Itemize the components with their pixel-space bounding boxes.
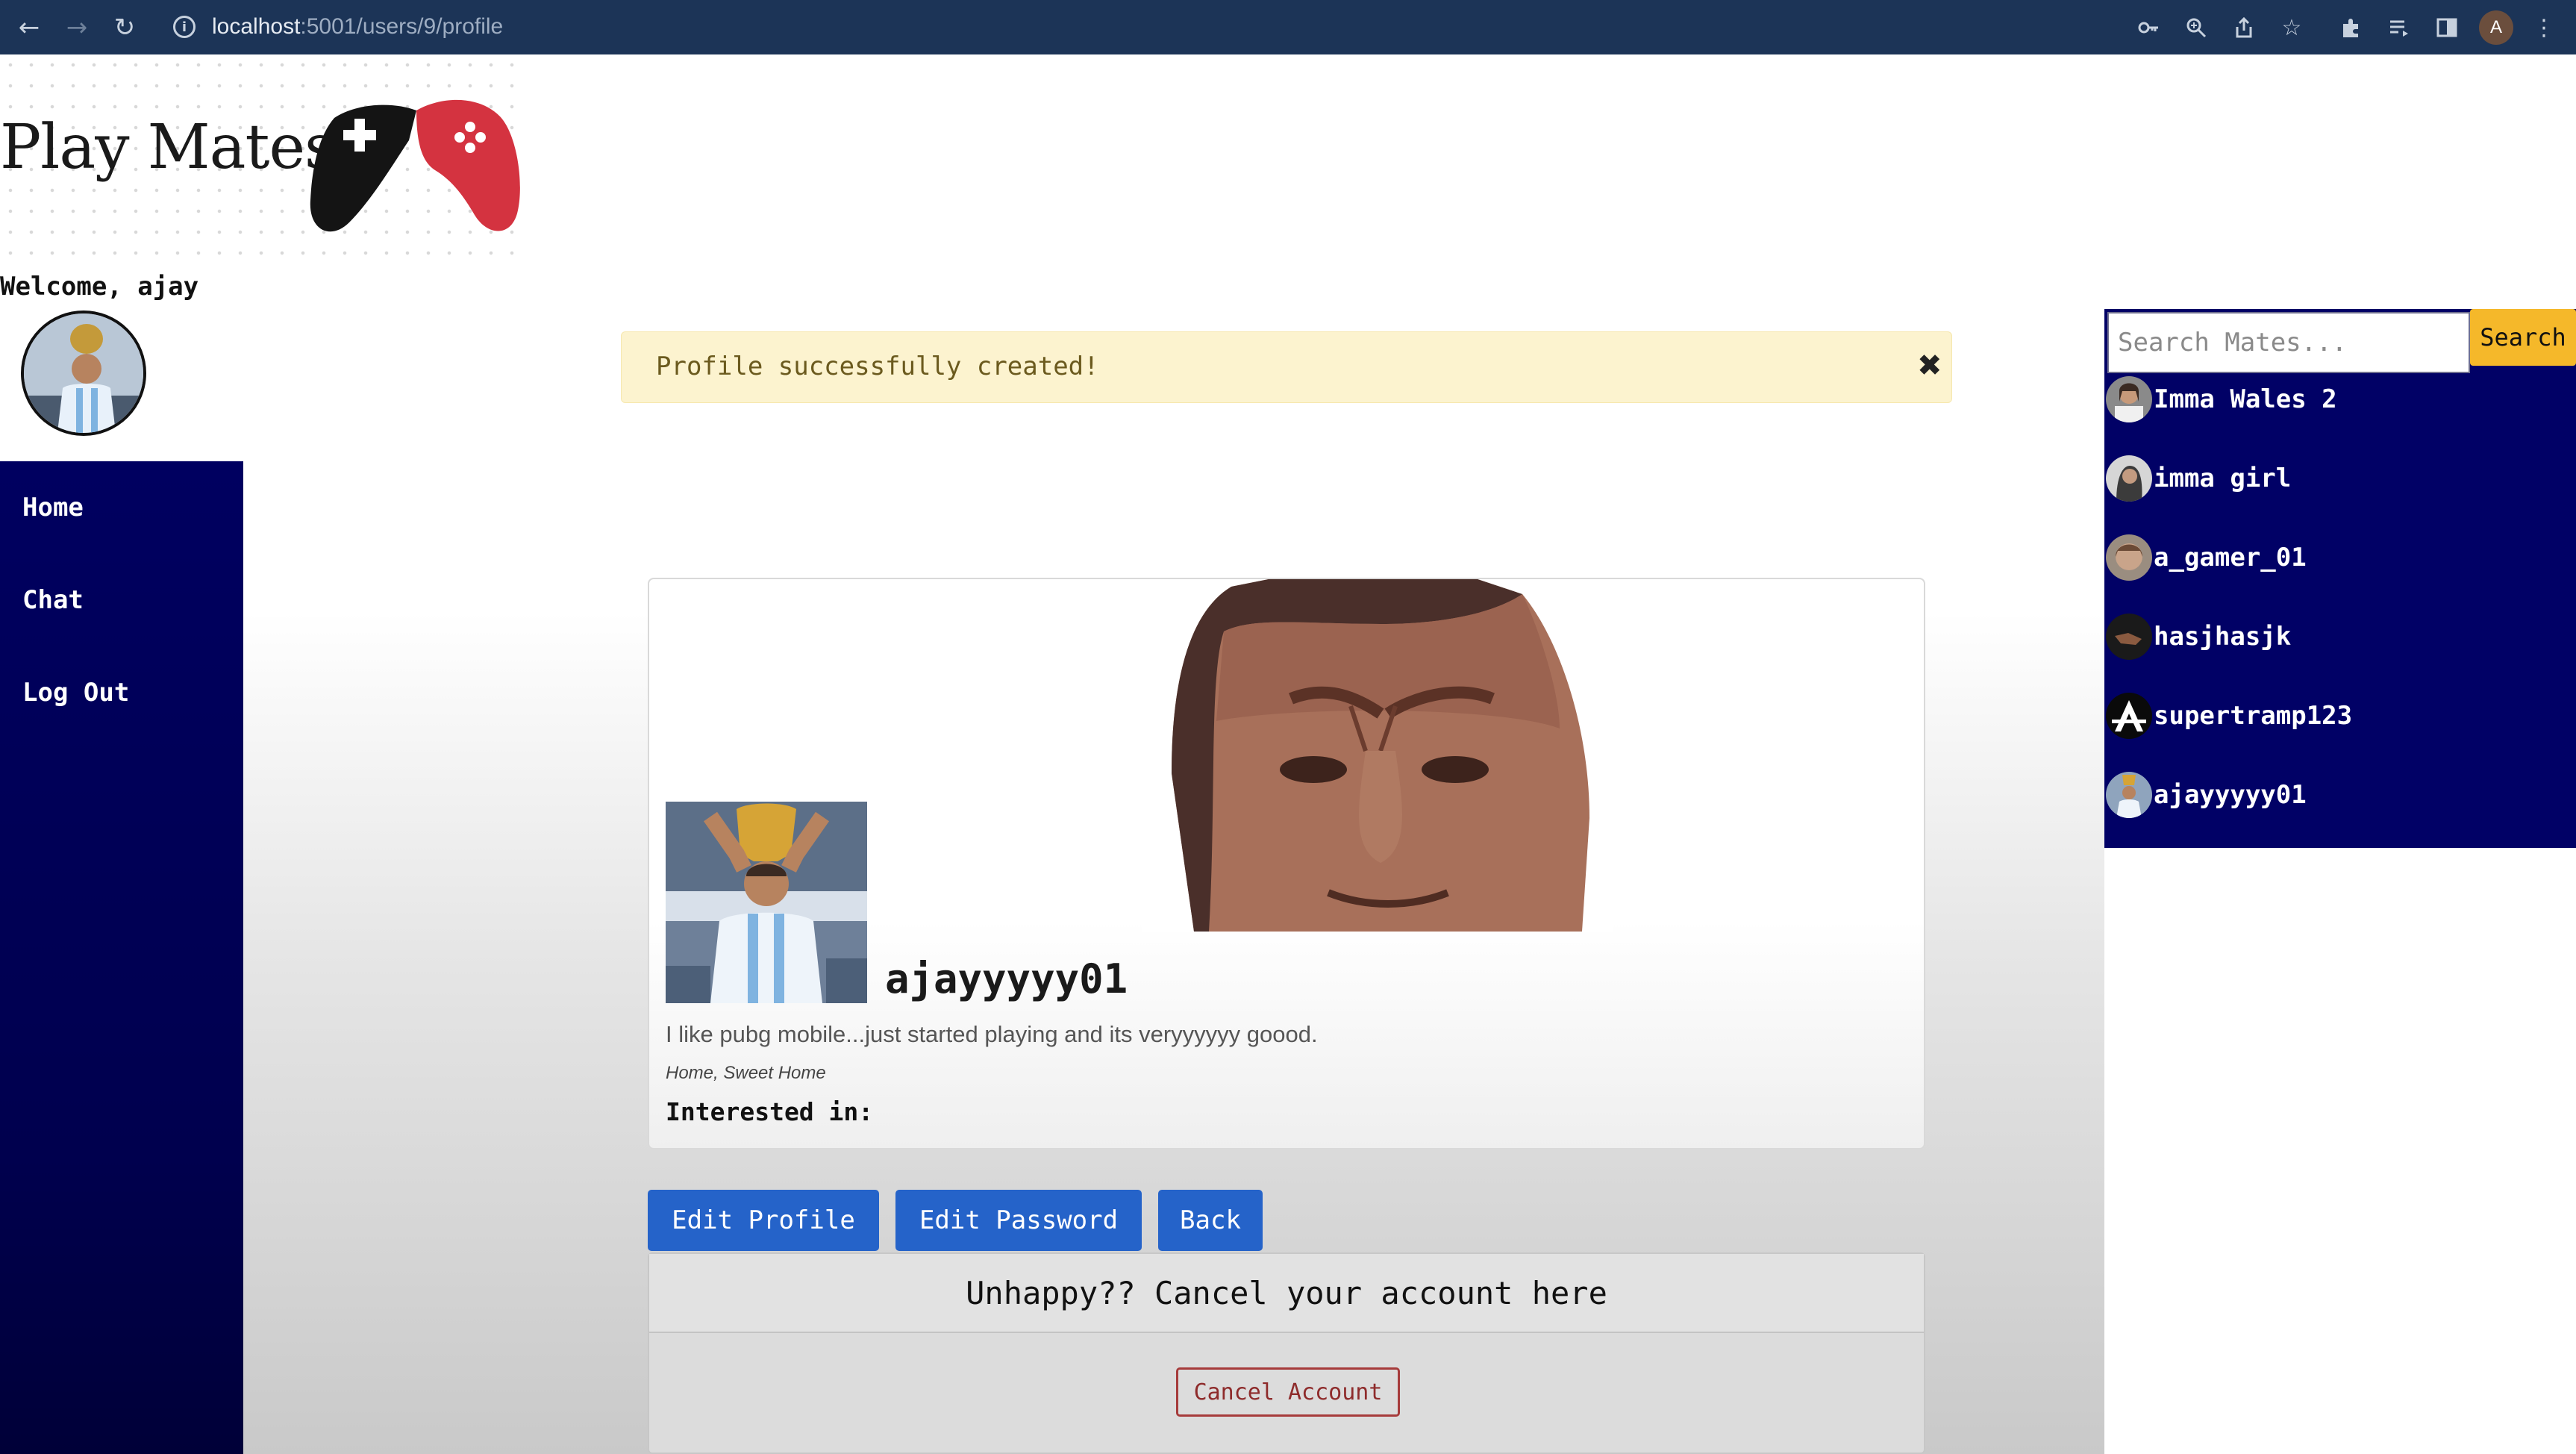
mate-name: supertramp123 bbox=[2154, 701, 2353, 731]
list-item[interactable]: a_gamer_01 bbox=[2106, 531, 2569, 584]
info-icon[interactable]: i bbox=[173, 16, 196, 38]
reading-list-icon[interactable] bbox=[2382, 10, 2416, 45]
list-item[interactable]: imma girl bbox=[2106, 452, 2569, 505]
welcome-message: Welcome, ajay bbox=[0, 272, 199, 302]
edit-password-button[interactable]: Edit Password bbox=[895, 1190, 1142, 1251]
mate-avatar bbox=[2106, 455, 2152, 502]
extensions-puzzle-icon[interactable] bbox=[2334, 10, 2369, 45]
profile-bio: I like pubg mobile...just started playin… bbox=[666, 1021, 1318, 1047]
search-button[interactable]: Search bbox=[2470, 309, 2576, 366]
cancel-account-header: Unhappy?? Cancel your account here bbox=[649, 1254, 1924, 1333]
url-text: localhost:5001/users/9/profile bbox=[212, 14, 504, 39]
interested-in-label: Interested in: bbox=[666, 1097, 874, 1126]
mate-name: ajayyyyy01 bbox=[2154, 780, 2307, 810]
zoom-icon[interactable] bbox=[2179, 10, 2213, 45]
mate-avatar bbox=[2106, 772, 2152, 818]
list-item[interactable]: supertramp123 bbox=[2106, 690, 2569, 742]
mate-name: Imma Wales 2 bbox=[2154, 384, 2337, 414]
more-menu-icon[interactable]: ⋮ bbox=[2527, 10, 2561, 45]
mate-avatar bbox=[2106, 614, 2152, 660]
back-button[interactable]: Back bbox=[1158, 1190, 1263, 1251]
key-icon[interactable] bbox=[2131, 10, 2166, 45]
sidebar-item-logout[interactable]: Log Out bbox=[22, 678, 129, 708]
address-bar[interactable]: i localhost:5001/users/9/profile bbox=[157, 6, 2112, 48]
list-item[interactable]: ajayyyyy01 bbox=[2106, 769, 2569, 821]
profile-photo bbox=[666, 802, 867, 1003]
mate-avatar bbox=[2106, 534, 2152, 581]
share-icon[interactable] bbox=[2227, 10, 2261, 45]
mate-name: a_gamer_01 bbox=[2154, 543, 2307, 572]
list-item[interactable]: Imma Wales 2 bbox=[2106, 373, 2569, 425]
cancel-account-button[interactable]: Cancel Account bbox=[1176, 1367, 1400, 1417]
site-logo-text[interactable]: Play Mates bbox=[0, 112, 336, 183]
success-alert: Profile successfully created! ✖ bbox=[621, 331, 1952, 403]
profile-header-image bbox=[1142, 579, 1613, 932]
sidebar-item-chat[interactable]: Chat bbox=[22, 585, 84, 615]
sidebar-item-home[interactable]: Home bbox=[22, 493, 84, 522]
user-avatar[interactable] bbox=[21, 311, 146, 436]
profile-username: ajayyyyy01 bbox=[885, 955, 1128, 1002]
gamepad-logo-icon[interactable] bbox=[304, 88, 522, 237]
mate-avatar bbox=[2106, 376, 2152, 422]
side-panel-icon[interactable] bbox=[2430, 10, 2464, 45]
back-arrow-icon[interactable]: ← bbox=[10, 9, 48, 46]
bookmark-star-icon[interactable]: ☆ bbox=[2275, 10, 2309, 45]
browser-profile-avatar[interactable]: A bbox=[2479, 10, 2513, 45]
mate-name: imma girl bbox=[2154, 464, 2292, 493]
list-item[interactable]: hasjhasjk bbox=[2106, 611, 2569, 663]
search-input[interactable] bbox=[2107, 312, 2470, 373]
edit-profile-button[interactable]: Edit Profile bbox=[648, 1190, 879, 1251]
close-icon[interactable]: ✖ bbox=[1917, 349, 1942, 383]
sidebar-nav: Home Chat Log Out bbox=[0, 461, 243, 1454]
mate-name: hasjhasjk bbox=[2154, 622, 2292, 652]
cancel-account-card: Unhappy?? Cancel your account here Cance… bbox=[648, 1252, 1925, 1454]
profile-location: Home, Sweet Home bbox=[666, 1063, 826, 1083]
forward-arrow-icon[interactable]: → bbox=[58, 9, 96, 46]
mate-avatar bbox=[2106, 693, 2152, 739]
alert-message: Profile successfully created! bbox=[656, 352, 1099, 381]
search-mates-panel: Search Imma Wales 2 imma girl a_gamer_01… bbox=[2104, 309, 2576, 848]
browser-toolbar: ← → ↻ i localhost:5001/users/9/profile ☆… bbox=[0, 0, 2576, 54]
reload-icon[interactable]: ↻ bbox=[106, 9, 143, 46]
